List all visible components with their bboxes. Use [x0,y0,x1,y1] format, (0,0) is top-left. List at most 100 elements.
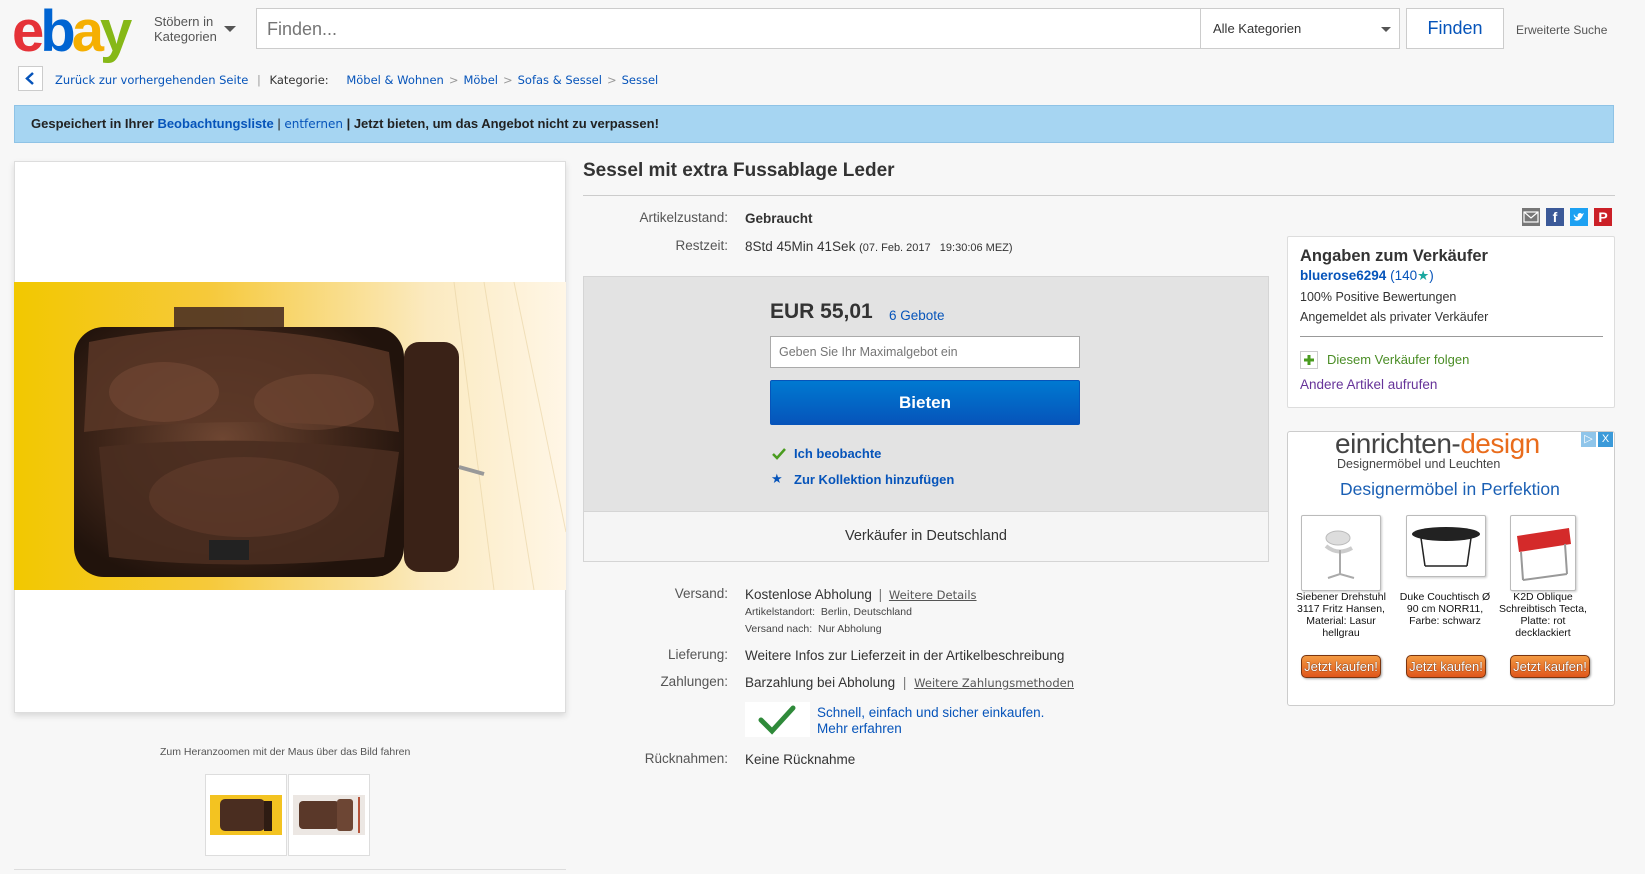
shipping-value: Kostenlose Abholung | Weitere Details [745,587,977,602]
divider [583,195,1615,196]
search-box [256,8,1201,49]
delivery-label: Lieferung: [667,647,728,662]
condition-value: Gebraucht [745,211,813,226]
ad-brand-subtitle: Designermöbel und Leuchten [1337,457,1501,471]
logo-letter-e: e [12,0,44,64]
banner-pipe: | [273,116,285,131]
item-location-value: Berlin, Deutschland [820,606,912,618]
current-price: EUR 55,01 [770,300,873,323]
ad-product-caption[interactable]: Siebener Drehstuhl 3117 Fritz Hansen, Ma… [1291,591,1391,639]
twitter-icon[interactable] [1570,208,1588,226]
ad-brand-part-2: design [1460,428,1540,459]
remove-watch-link[interactable]: entfernen [284,117,343,131]
logo-letter-y: y [99,0,132,64]
watchlist-banner: Gespeichert in Ihrer Beobachtungsliste |… [14,105,1614,143]
secure-shopping-info[interactable]: Schnell, einfach und sicher einkaufen. M… [817,705,1044,737]
breadcrumb-item-sofas-sessel[interactable]: Sofas & Sessel [518,73,602,87]
item-location: Artikelstandort: Berlin, Deutschland [745,606,912,618]
ad-brand-part-1: einrichten- [1335,428,1461,459]
seller-name-link[interactable]: bluerose6294 [1300,268,1386,283]
back-link[interactable]: Zurück zur vorhergehenden Seite [55,73,248,87]
breadcrumb-item-moebel-wohnen[interactable]: Möbel & Wohnen [346,73,443,87]
ad-product-image-chair[interactable] [1301,515,1381,591]
browse-categories-button[interactable]: Stöbern in Kategorien [154,14,217,44]
chevron-down-icon[interactable] [224,26,236,32]
delivery-value: Weitere Infos zur Lieferzeit in der Arti… [745,648,1065,663]
pinterest-icon[interactable]: P [1594,208,1612,226]
time-left-label: Restzeit: [675,238,728,253]
returns-label: Rücknahmen: [644,751,728,766]
shipping-label: Versand: [674,586,728,601]
ad-product-caption[interactable]: K2D Oblique Schreibtisch Tecta, Platte: … [1493,591,1593,639]
bid-count-link[interactable]: 6 Gebote [889,308,945,323]
plus-icon[interactable] [1300,351,1318,369]
breadcrumb-separator: > [502,73,513,87]
email-icon[interactable] [1522,208,1540,226]
follow-seller-link[interactable]: Diesem Verkäufer folgen [1327,352,1469,367]
other-items-link[interactable]: Andere Artikel aufrufen [1300,377,1437,392]
logo-letter-b: b [40,0,75,64]
breadcrumb: Zurück zur vorhergehenden Seite | Katego… [55,73,658,87]
learn-more-link[interactable]: Mehr erfahren [817,721,1044,737]
thumbnail-2[interactable] [288,774,370,856]
category-select[interactable]: Alle Kategorien [1200,8,1400,49]
ad-info-icon[interactable]: ▷ [1581,432,1596,447]
item-title: Sessel mit extra Fussablage Leder [583,160,895,181]
ad-brand-logo[interactable]: einrichten-design [1335,428,1540,460]
facebook-icon[interactable]: f [1546,208,1564,226]
secure-line-1: Schnell, einfach und sicher einkaufen. [817,705,1045,720]
feedback-close: ) [1429,268,1434,283]
zoom-hint: Zum Heranzoomen mit der Maus über das Bi… [160,746,411,758]
end-time: (07. Feb. 2017 19:30:06 MEZ) [859,242,1013,254]
shipping-details-link[interactable]: Weitere Details [889,588,977,602]
thumbnail-1[interactable] [205,774,287,856]
main-product-image[interactable] [14,282,566,590]
shipping-pipe: | [878,587,883,602]
ad-buy-button[interactable]: Jetzt kaufen! [1301,655,1381,678]
chevron-left-icon [25,72,34,85]
search-button[interactable]: Finden [1406,8,1504,49]
back-button[interactable] [18,66,43,91]
ad-buy-button[interactable]: Jetzt kaufen! [1406,655,1486,678]
shipping-text: Kostenlose Abholung [745,587,872,602]
max-bid-input[interactable] [770,336,1080,368]
payment-label: Zahlungen: [660,674,728,689]
divider [1300,336,1603,337]
ad-headline[interactable]: Designermöbel in Perfektion [1340,479,1560,500]
ad-product-image-desk[interactable] [1510,515,1576,591]
ad-buy-button[interactable]: Jetzt kaufen! [1510,655,1590,678]
seller-type: Angemeldet als privater Verkäufer [1300,310,1489,324]
breadcrumb-item-sessel[interactable]: Sessel [622,73,659,87]
checkmark-icon [745,702,810,737]
feedback-score[interactable]: (140 [1390,268,1417,283]
payment-pipe: | [902,675,907,690]
ad-product-image-table[interactable] [1406,515,1486,577]
watching-link[interactable]: Ich beobachte [794,446,881,461]
breadcrumb-divider: | [256,73,261,87]
time-left-countdown: 8Std 45Min 41Sek [745,239,856,254]
category-label: Kategorie: [269,73,329,87]
seller-location: Verkäufer in Deutschland [584,511,1268,561]
seller-name-row: bluerose6294 (140★) [1300,268,1434,284]
search-input[interactable] [257,9,1149,49]
returns-value: Keine Rücknahme [745,752,856,767]
star-icon: ★ [771,471,783,486]
ad-close-icon[interactable]: X [1598,432,1613,447]
more-payment-methods-link[interactable]: Weitere Zahlungsmethoden [914,676,1074,690]
ship-to-label: Versand nach: [745,623,813,635]
payment-value: Barzahlung bei Abholung | Weitere Zahlun… [745,675,1074,690]
watchlist-link[interactable]: Beobachtungsliste [157,116,273,131]
payment-text: Barzahlung bei Abholung [745,675,896,690]
category-selected: Alle Kategorien [1213,21,1302,36]
breadcrumb-item-moebel[interactable]: Möbel [463,73,498,87]
ad-product-caption[interactable]: Duke Couchtisch Ø 90 cm NORR11, Farbe: s… [1395,591,1495,627]
item-location-label: Artikelstandort: [745,606,816,618]
banner-prefix: Gespeichert in Ihrer [31,116,158,131]
breadcrumb-separator: > [606,73,617,87]
positive-feedback: 100% Positive Bewertungen [1300,290,1457,304]
add-to-collection-link[interactable]: Zur Kollektion hinzufügen [794,472,954,487]
advanced-search-link[interactable]: Erweiterte Suche [1516,23,1607,37]
checkmark-icon [772,447,786,465]
ebay-logo[interactable]: ebay [12,0,132,64]
bid-button[interactable]: Bieten [770,380,1080,425]
